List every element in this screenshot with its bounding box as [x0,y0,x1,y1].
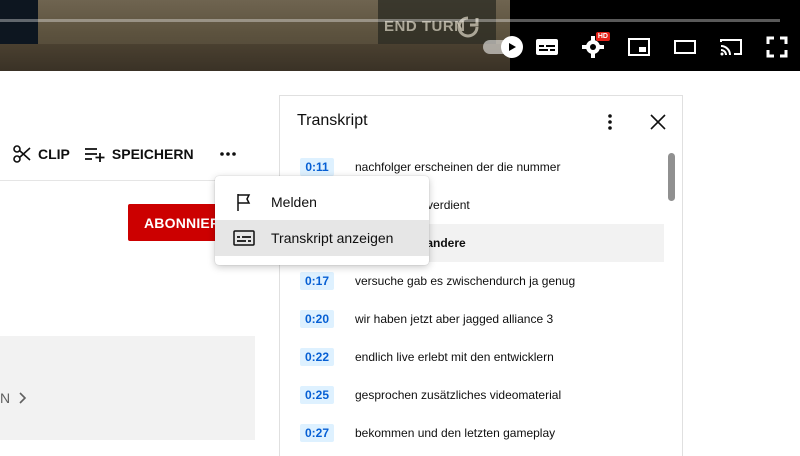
transcript-segment[interactable]: 0:17 versuche gab es zwischendurch ja ge… [280,262,664,300]
more-horizontal-icon [219,152,236,156]
menu-item-label: Transkript anzeigen [271,230,394,246]
cast-button[interactable] [708,30,754,64]
segment-timestamp[interactable]: 0:22 [300,348,334,366]
segment-text: endlich live erlebt mit den entwicklern [355,350,554,364]
transcript-icon [233,227,255,249]
save-label: SPEICHERN [111,146,194,162]
menu-item-label: Melden [271,194,317,210]
transcript-title: Transkript [297,112,368,129]
miniplayer-icon [628,38,650,56]
video-dark-region [0,0,38,44]
transcript-close-button[interactable] [646,110,670,134]
close-icon [650,114,666,130]
transcript-scrollbar[interactable] [668,153,675,201]
save-button[interactable]: SPEICHERN [84,138,194,170]
autoplay-toggle[interactable] [478,30,524,64]
transcript-panel: Transkript 0:11 nachfolger erscheinen de… [279,95,683,456]
fullscreen-button[interactable] [754,30,800,64]
scissors-icon [13,145,31,163]
subtitles-button[interactable] [524,30,570,64]
segment-timestamp[interactable]: 0:11 [300,158,334,176]
transcript-segment[interactable]: 0:20 wir haben jetzt aber jagged allianc… [280,300,664,338]
segment-text: wir haben jetzt aber jagged alliance 3 [355,312,554,326]
more-vertical-icon [608,114,612,130]
autoplay-knob [501,36,523,58]
video-ground [0,44,510,71]
description-more[interactable]: N [0,390,30,406]
description-box[interactable]: N [0,336,255,440]
segment-timestamp[interactable]: 0:25 [300,386,334,404]
more-actions-button[interactable] [214,140,242,168]
player-controls: HD [478,30,800,64]
transcript-segment[interactable]: 0:25 gesprochen zusätzliches videomateri… [280,376,664,414]
segment-timestamp[interactable]: 0:17 [300,272,334,290]
clip-button[interactable]: CLIP [12,138,70,170]
menu-item-report[interactable]: Melden [215,184,429,220]
fullscreen-icon [766,36,788,58]
chevron-right-icon [19,392,27,404]
play-icon [509,43,516,51]
more-actions-menu: Melden Transkript anzeigen [215,176,429,265]
cast-icon [720,39,742,56]
segment-text: bekommen und den letzten gameplay [355,426,556,440]
flag-icon [233,191,255,213]
theater-button[interactable] [662,30,708,64]
segment-text: versuche gab es zwischendurch ja genug [355,274,576,288]
progress-bar[interactable] [0,19,780,22]
playlist-add-icon [84,148,105,162]
transcript-segment[interactable]: 0:22 endlich live erlebt mit den entwick… [280,338,664,376]
segment-text: nachfolger erscheinen der die nummer [355,160,561,174]
subtitles-icon [536,39,558,55]
menu-item-show-transcript[interactable]: Transkript anzeigen [215,220,429,256]
theater-icon [674,40,696,54]
settings-button[interactable]: HD [570,30,616,64]
clip-label: CLIP [38,146,70,162]
description-more-label: N [0,390,11,406]
transcript-menu-button[interactable] [598,110,622,134]
video-player[interactable]: END TURN HD [0,0,800,71]
segment-timestamp[interactable]: 0:27 [300,424,334,442]
hd-badge: HD [595,32,610,41]
video-actions: CLIP SPEICHERN [0,138,242,170]
video-frame[interactable]: END TURN [0,0,510,71]
autoplay-track [483,36,523,58]
miniplayer-button[interactable] [616,30,662,64]
segment-text: gesprochen zusätzliches videomaterial [355,388,562,402]
segment-timestamp[interactable]: 0:20 [300,310,334,328]
transcript-segment[interactable]: 0:27 bekommen und den letzten gameplay [280,414,664,452]
